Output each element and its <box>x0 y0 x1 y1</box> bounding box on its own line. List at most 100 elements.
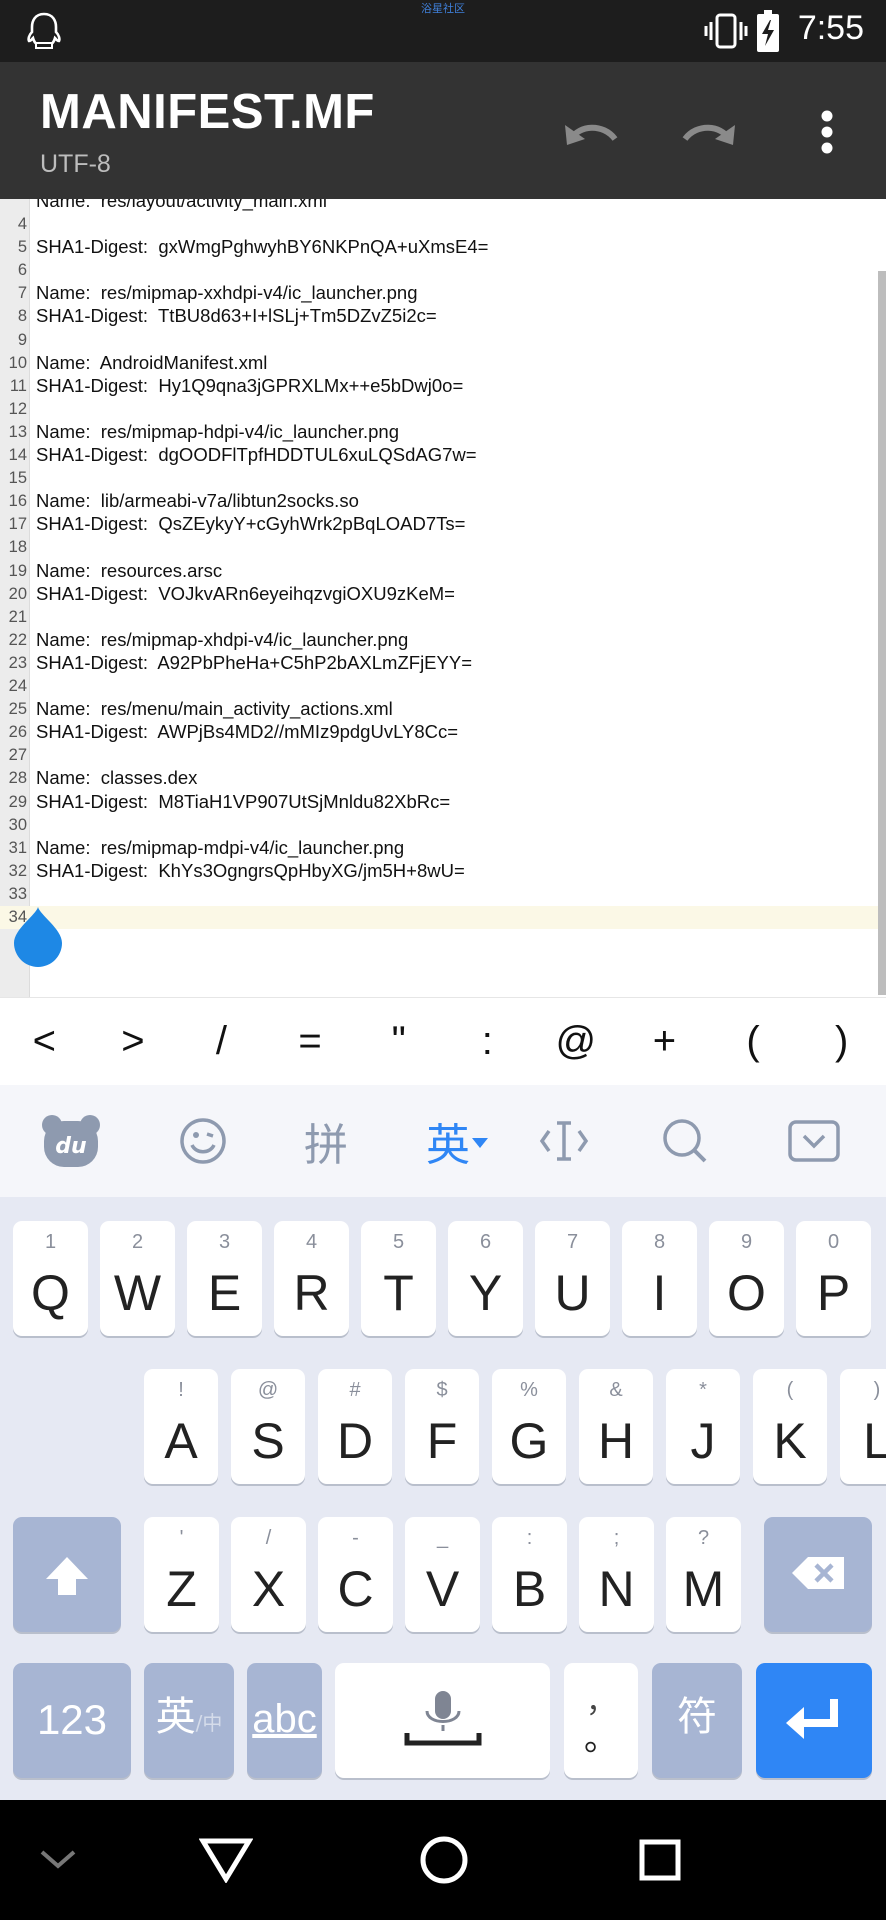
key-g[interactable]: % G <box>492 1369 566 1484</box>
symbol-key[interactable]: + <box>620 1019 709 1064</box>
key-a[interactable]: ! A <box>144 1369 218 1484</box>
code-line[interactable]: 27 <box>0 744 886 767</box>
code-line[interactable]: 31 Name: res/mipmap-mdpi-v4/ic_launcher.p… <box>0 837 886 860</box>
symbol-key[interactable]: ) <box>797 1019 886 1064</box>
symbol-key[interactable]: = <box>266 1019 355 1064</box>
code-line[interactable]: 10 Name: AndroidManifest.xml <box>0 352 886 375</box>
code-line[interactable]: 15 <box>0 467 886 490</box>
symbols-key[interactable]: 符 <box>652 1663 742 1778</box>
redo-button[interactable] <box>674 102 744 162</box>
undo-button[interactable] <box>556 102 626 162</box>
search-button[interactable] <box>660 1105 710 1177</box>
code-line[interactable]: 12 <box>0 398 886 421</box>
key-y[interactable]: 6Y <box>448 1221 523 1336</box>
key-z[interactable]: ' Z <box>144 1517 219 1632</box>
code-line[interactable]: 23 SHA1-Digest: A92PbPheHa+C5hP2bAXLmZFjE… <box>0 652 886 675</box>
hide-keyboard-button[interactable] <box>788 1105 840 1177</box>
text-editor[interactable]: Name: res/layout/activity_main.xml 4 5 SHA… <box>0 199 886 997</box>
code-line[interactable]: 17 SHA1-Digest: QsZEykyY+cGyhWrk2pBqLOAD7… <box>0 513 886 536</box>
code-line[interactable]: 19 Name: resources.arsc <box>0 560 886 583</box>
key-j[interactable]: * J <box>666 1369 740 1484</box>
code-line[interactable]: 8 SHA1-Digest: TtBU8d63+I+lSLj+Tm5DZvZ5i2… <box>0 305 886 328</box>
code-line[interactable]: 4 <box>0 213 886 236</box>
key-b[interactable]: :B <box>492 1517 567 1632</box>
symbol-key[interactable]: : <box>443 1019 532 1064</box>
key-u[interactable]: 7U <box>535 1221 610 1336</box>
punctuation-key[interactable]: ， 。 <box>564 1663 638 1778</box>
editor-scrollbar[interactable] <box>878 271 886 995</box>
key-p[interactable]: 0P <box>796 1221 871 1336</box>
code-line[interactable]: 21 <box>0 606 886 629</box>
code-line[interactable]: 30 <box>0 814 886 837</box>
code-line[interactable]: 9 <box>0 329 886 352</box>
key-o[interactable]: 9O <box>709 1221 784 1336</box>
code-line[interactable]: 11 SHA1-Digest: Hy1Q9qna3jGPRXLMx++e5bDwj… <box>0 375 886 398</box>
key-e[interactable]: 3E <box>187 1221 262 1336</box>
key-t[interactable]: 5T <box>361 1221 436 1336</box>
space-key[interactable] <box>335 1663 550 1778</box>
code-line[interactable]: 29 SHA1-Digest: M8TiaH1VP907UtSjMnldu82Xb… <box>0 791 886 814</box>
back-button[interactable] <box>196 1830 256 1890</box>
key-c[interactable]: -C <box>318 1517 393 1632</box>
line-text: Name: AndroidManifest.xml <box>36 351 268 373</box>
key-i[interactable]: 8I <box>622 1221 697 1336</box>
key-secondary-label: % <box>520 1379 538 1401</box>
key-v[interactable]: _ V <box>405 1517 480 1632</box>
backspace-key[interactable] <box>764 1517 872 1632</box>
line-text: SHA1-Digest: TtBU8d63+I+lSLj+Tm5DZvZ5i2c… <box>36 305 437 327</box>
key-q[interactable]: 1Q <box>13 1221 88 1336</box>
symbol-key[interactable]: < <box>0 1019 89 1064</box>
home-button[interactable] <box>414 1830 474 1890</box>
nav-collapse-button[interactable] <box>28 1830 88 1890</box>
more-options-button[interactable] <box>792 102 862 162</box>
code-line[interactable]: 18 <box>0 536 886 559</box>
code-line[interactable]: 28 Name: classes.dex <box>0 767 886 790</box>
key-h[interactable]: & H <box>579 1369 653 1484</box>
line-number: 17 <box>8 515 27 534</box>
code-line[interactable]: 13 Name: res/mipmap-hdpi-v4/ic_launcher.p… <box>0 421 886 444</box>
english-mode-button[interactable]: 英 <box>420 1105 494 1177</box>
key-w[interactable]: 2W <box>100 1221 175 1336</box>
key-x[interactable]: / X <box>231 1517 306 1632</box>
key-d[interactable]: # D <box>318 1369 392 1484</box>
line-text: Name: resources.arsc <box>36 559 223 581</box>
language-switch-key[interactable]: 英/中 <box>144 1663 234 1778</box>
code-line[interactable]: 6 <box>0 259 886 282</box>
emoji-button[interactable] <box>176 1105 230 1177</box>
shift-key[interactable] <box>13 1517 121 1632</box>
key-l[interactable]: ) L <box>840 1369 886 1484</box>
key-k[interactable]: (K <box>753 1369 827 1484</box>
key-n[interactable]: ; N <box>579 1517 654 1632</box>
code-line[interactable]: 7 Name: res/mipmap-xxhdpi-v4/ic_launcher.… <box>0 282 886 305</box>
code-line[interactable]: 22 Name: res/mipmap-xhdpi-v4/ic_launcher.… <box>0 629 886 652</box>
symbol-key[interactable]: ( <box>709 1019 798 1064</box>
enter-key[interactable] <box>756 1663 872 1778</box>
text-cursor-handle[interactable] <box>12 905 64 967</box>
code-line[interactable]: 32 SHA1-Digest: KhYs3OgngrsQpHbyXG/jm5H+8… <box>0 860 886 883</box>
code-line[interactable]: 5 SHA1-Digest: gxWmgPghwyhBY6NKPnQA+uXmsE… <box>0 236 886 259</box>
key-f[interactable]: $ F <box>405 1369 479 1484</box>
key-r[interactable]: 4R <box>274 1221 349 1336</box>
code-line[interactable]: 20 SHA1-Digest: VOJkvARn6eyeihqzvgiOXU9zK… <box>0 583 886 606</box>
code-line[interactable]: 16 Name: lib/armeabi-v7a/libtun2socks.so <box>0 490 886 513</box>
abc-key[interactable]: abc <box>247 1663 322 1778</box>
code-line[interactable]: 14 SHA1-Digest: dgOODFlTpfHDDTUL6xuLQSdAG… <box>0 444 886 467</box>
symbol-key[interactable]: > <box>89 1019 178 1064</box>
language-main-label: 英 <box>155 1694 196 1740</box>
recents-button[interactable] <box>630 1830 690 1890</box>
code-line[interactable]: 26 SHA1-Digest: AWPjBs4MD2//mMIz9pdgUvLY8… <box>0 721 886 744</box>
code-line[interactable]: 33 <box>0 883 886 906</box>
pinyin-mode-button[interactable]: 拼 <box>296 1105 356 1177</box>
key-s[interactable]: @ S <box>231 1369 305 1484</box>
code-line[interactable]: 25 Name: res/menu/main_activity_actions.x… <box>0 698 886 721</box>
key-primary-label: L <box>863 1413 886 1469</box>
symbol-key[interactable]: @ <box>532 1019 621 1064</box>
code-line[interactable]: 24 <box>0 675 886 698</box>
numbers-key[interactable]: 123 <box>13 1663 131 1778</box>
symbol-key[interactable]: " <box>354 1019 443 1064</box>
baidu-logo-button[interactable]: du <box>40 1105 102 1177</box>
key-m[interactable]: ? M <box>666 1517 741 1632</box>
code-line[interactable]: 34 <box>0 906 886 929</box>
cursor-move-button[interactable] <box>538 1105 590 1177</box>
symbol-key[interactable]: / <box>177 1019 266 1064</box>
